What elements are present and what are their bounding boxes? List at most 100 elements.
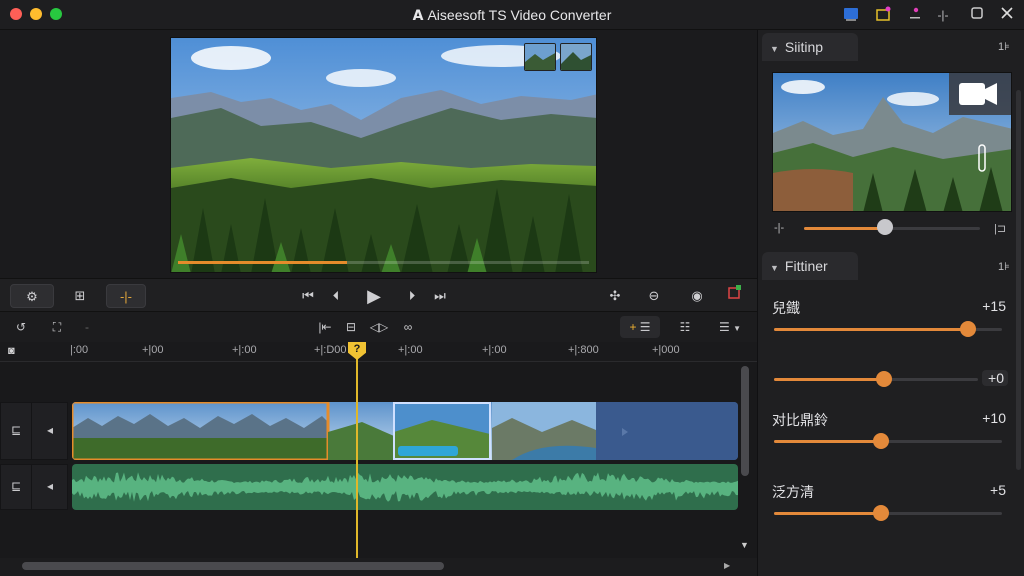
- sticky-icon[interactable]: [874, 6, 892, 24]
- preview-thumbnail-1[interactable]: [524, 43, 556, 71]
- section-filter-header[interactable]: ▼ Fittiner: [762, 252, 858, 280]
- add-marker-button[interactable]: + ☰: [620, 316, 660, 338]
- effects-icon: ✣: [609, 288, 621, 303]
- settings-button[interactable]: ⚙: [10, 284, 54, 308]
- filter-value: +10: [982, 410, 1006, 426]
- audio-waveform: [72, 472, 738, 502]
- skip-end-button[interactable]: ⏭: [430, 284, 450, 308]
- timeline-vertical-scrollbar[interactable]: [741, 366, 749, 476]
- ripple-button[interactable]: ⛶: [46, 316, 68, 338]
- split-icon[interactable]: -|-: [934, 6, 952, 24]
- video-clip-frames: [72, 402, 738, 460]
- playhead-line[interactable]: [356, 342, 358, 558]
- filter-label: 泛方清: [772, 484, 814, 500]
- export-icon: [728, 285, 741, 299]
- menu-icon: ☰: [718, 320, 730, 334]
- restore-icon[interactable]: [968, 6, 986, 24]
- transport-bar: ⚙ ⊞ -|- ⏮ ⏴ ▶ ⏵ ⏭ ✣ ⊖ ◉: [0, 278, 757, 312]
- filter-slider-knob[interactable]: [873, 433, 890, 449]
- skip-start-button[interactable]: ⏮: [298, 284, 318, 308]
- crop-button[interactable]: ⊞: [66, 284, 94, 308]
- video-preview[interactable]: [170, 37, 597, 273]
- timeline-lock-icon[interactable]: ◙: [8, 345, 15, 357]
- collapse-arrow-icon: ▼: [770, 263, 779, 273]
- ruler-label: +|:00: [482, 344, 507, 356]
- split-clip-button[interactable]: -|-: [106, 284, 146, 308]
- dot-icon[interactable]: [906, 6, 924, 24]
- video-progress-bar[interactable]: [178, 261, 589, 264]
- skip-start-icon: ⏮: [302, 288, 314, 303]
- preview-slider-fill: [804, 227, 885, 230]
- video-track-icon[interactable]: ⊑: [11, 423, 21, 439]
- step-forward-icon: ⏵: [408, 288, 416, 303]
- filter-value: +5: [990, 482, 1006, 498]
- section-filter-title: Fittiner: [784, 258, 828, 274]
- filter-slider-knob[interactable]: [959, 321, 976, 337]
- timeline-horizontal-scrollbar[interactable]: [22, 562, 444, 570]
- timeline-ruler[interactable]: ◙ |:00 +|00 +|:00 +|:D00 +|:00 +|:00 +|:…: [0, 342, 757, 362]
- panel-preview-image: [772, 72, 1012, 212]
- clip-settings-button[interactable]: ⊟: [340, 316, 362, 338]
- undo-button[interactable]: ↺: [10, 316, 32, 338]
- gear-icon: ⚙: [26, 289, 38, 304]
- window-icon[interactable]: [842, 6, 860, 24]
- section-filter-menu-icon[interactable]: 1⊧: [998, 260, 1010, 273]
- filter-value[interactable]: +0: [982, 370, 1008, 386]
- camera-icon: ◉: [691, 288, 703, 303]
- app-title-text: Aiseesoft TS Video Converter: [427, 7, 612, 23]
- skip-end-icon: ⏭: [434, 288, 446, 303]
- ruler-label: +|:00: [398, 344, 423, 356]
- filter-slider-fill: [774, 378, 885, 381]
- filter-slider-fill: [774, 512, 882, 515]
- trim-left-button[interactable]: |⇤: [314, 316, 336, 338]
- ruler-label: +|:800: [568, 344, 599, 356]
- mute-audio-icon[interactable]: ◂: [47, 479, 53, 495]
- audio-track-icon[interactable]: ⊑: [11, 479, 21, 495]
- plus-icon: +: [629, 320, 637, 334]
- preview-zoom-out-icon[interactable]: -|-: [774, 222, 784, 234]
- playhead-label: ?: [353, 343, 361, 355]
- audio-clip[interactable]: [72, 464, 738, 510]
- preview-zoom-in-icon[interactable]: |⊐: [994, 222, 1006, 235]
- align-icon: ☷: [679, 320, 691, 334]
- undo-icon: ↺: [15, 320, 27, 334]
- play-icon: ▶: [367, 286, 381, 306]
- menu-dropdown-button[interactable]: ☰ ▼: [712, 316, 748, 338]
- split-mark-button[interactable]: ◁▷: [368, 316, 390, 338]
- app-logo: A: [412, 8, 424, 24]
- filter-slider-knob[interactable]: [876, 371, 893, 387]
- align-button[interactable]: ☷: [674, 316, 696, 338]
- step-back-button[interactable]: ⏴: [326, 284, 346, 308]
- panel-scrollbar[interactable]: [1016, 90, 1021, 470]
- audio-track-header: ⊑ ◂: [0, 464, 68, 510]
- panel-preview-frame: [773, 73, 1011, 211]
- export-frame-button[interactable]: [724, 284, 746, 308]
- close-icon[interactable]: [998, 6, 1016, 24]
- collapse-arrow-icon: ▼: [770, 44, 779, 54]
- section-settings-title: Siitinp: [784, 39, 824, 55]
- section-settings-menu-icon[interactable]: 1⊧: [998, 40, 1010, 53]
- video-progress-fill: [178, 261, 347, 264]
- link-button[interactable]: ∞: [396, 316, 420, 338]
- section-settings-header[interactable]: ▼ Siitinp: [762, 33, 858, 61]
- subtitle-button[interactable]: ⊖: [642, 284, 666, 308]
- effects-button[interactable]: ✣: [604, 284, 626, 308]
- timeline-tracks: ⊑ ◂ ⊑ ◂: [0, 362, 757, 558]
- step-forward-button[interactable]: ⏵: [402, 284, 422, 308]
- clip-icon: ⊟: [345, 320, 357, 334]
- scroll-right-icon[interactable]: ▶: [724, 561, 730, 570]
- video-track-header: ⊑ ◂: [0, 402, 68, 460]
- redo-button[interactable]: -: [80, 316, 94, 338]
- preview-thumbnail-2[interactable]: [560, 43, 592, 71]
- filter-value: +15: [982, 298, 1006, 314]
- scroll-down-icon[interactable]: ▼: [740, 540, 749, 550]
- snapshot-button[interactable]: ◉: [686, 284, 708, 308]
- marker-list-icon: ☰: [639, 320, 651, 334]
- preview-slider-knob[interactable]: [876, 219, 893, 235]
- play-button[interactable]: ▶: [362, 284, 386, 308]
- video-clip[interactable]: [72, 402, 738, 460]
- ruler-label: +|:00: [232, 344, 257, 356]
- mute-video-icon[interactable]: ◂: [47, 423, 53, 439]
- filter-slider-knob[interactable]: [873, 505, 890, 521]
- chevron-down-icon: ▼: [733, 324, 742, 333]
